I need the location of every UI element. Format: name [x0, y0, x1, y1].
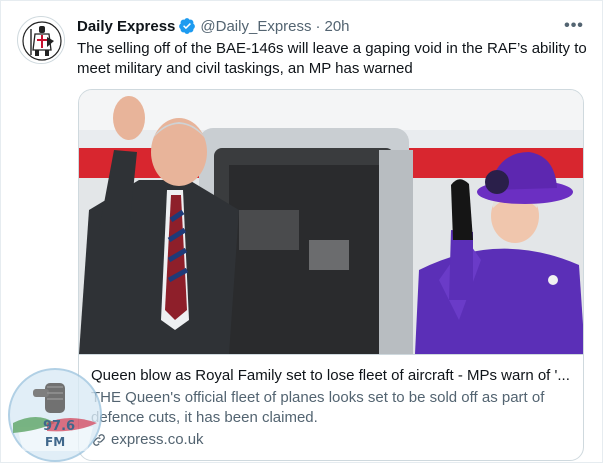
card-description: THE Queen's official fleet of planes loo… — [91, 389, 545, 426]
link-card[interactable]: Queen blow as Royal Family set to lose f… — [78, 89, 584, 461]
tweet-timestamp[interactable]: 20h — [325, 18, 350, 35]
card-body[interactable]: Queen blow as Royal Family set to lose f… — [79, 354, 583, 460]
card-domain[interactable]: express.co.uk — [91, 430, 573, 450]
separator-dot: · — [315, 17, 321, 35]
card-title[interactable]: Queen blow as Royal Family set to lose f… — [91, 366, 573, 386]
tweet[interactable]: Daily Express @Daily_Express · 20h ••• T… — [0, 0, 603, 463]
card-domain-label: express.co.uk — [111, 431, 204, 448]
crusader-logo-icon — [19, 18, 64, 63]
tweet-header: Daily Express @Daily_Express · 20h ••• — [77, 15, 586, 37]
more-options-icon[interactable]: ••• — [562, 15, 586, 37]
author-avatar[interactable] — [17, 16, 65, 64]
radio-band: FM — [45, 435, 66, 449]
author-handle[interactable]: @Daily_Express — [200, 18, 311, 35]
verified-badge-icon — [178, 17, 196, 35]
card-image[interactable] — [79, 90, 583, 354]
photo-royals-waving-icon — [79, 90, 583, 354]
radio-watermark: 97.6 FM — [7, 367, 103, 463]
radio-frequency: 97.6 — [43, 419, 76, 434]
tweet-text: The selling off of the BAE-146s will lea… — [77, 40, 587, 77]
author-name[interactable]: Daily Express — [77, 18, 175, 35]
